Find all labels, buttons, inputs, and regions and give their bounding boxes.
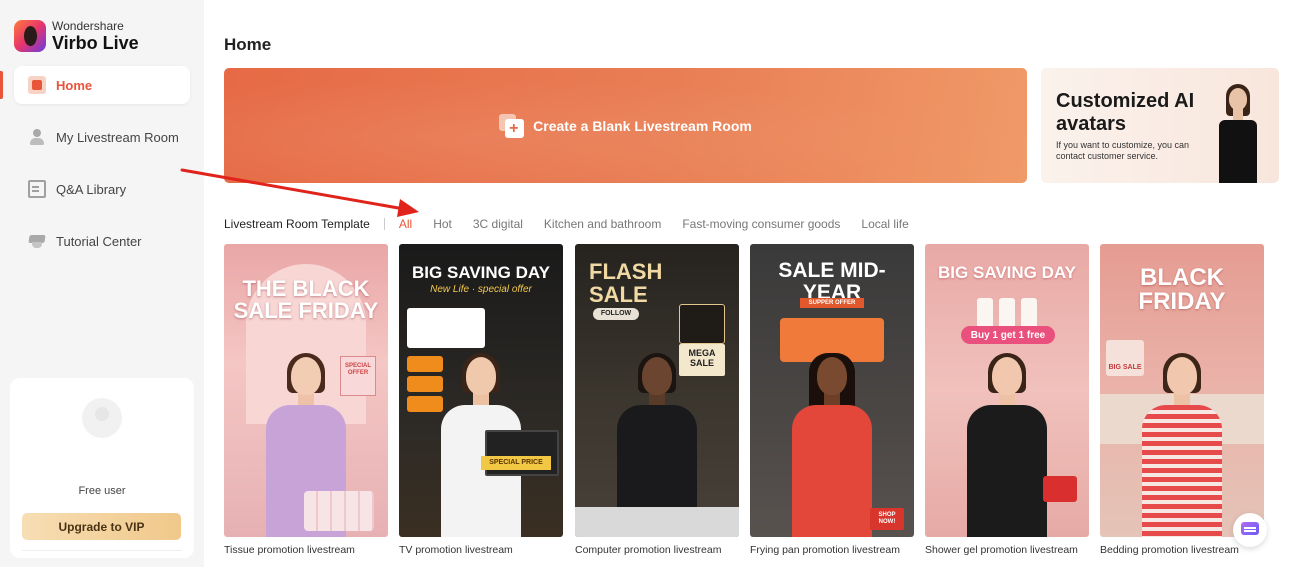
home-icon: [28, 76, 46, 94]
template-avatar-image: [784, 353, 880, 537]
avatar[interactable]: [82, 398, 122, 438]
tab-local-life[interactable]: Local life: [861, 217, 908, 231]
sidebar-item-qa-library[interactable]: Q&A Library: [14, 170, 190, 208]
sidebar-item-tutorial-center[interactable]: Tutorial Center: [14, 222, 190, 260]
brand: Wondershare Virbo Live: [14, 20, 139, 52]
template-card-shower-gel[interactable]: BIG SAVING DAY Buy 1 get 1 free Shower g…: [925, 244, 1089, 556]
template-headline: BIG SAVING DAY: [412, 263, 550, 282]
sidebar-item-my-livestream-room[interactable]: My Livestream Room: [14, 118, 190, 156]
tab-3c-digital[interactable]: 3C digital: [473, 217, 523, 231]
template-thumbnail: BLACK FRIDAY BIG SALE: [1100, 244, 1264, 537]
upgrade-vip-button[interactable]: Upgrade to VIP: [22, 513, 181, 540]
virbo-logo-icon: [14, 20, 46, 52]
brand-text: Wondershare Virbo Live: [52, 20, 139, 52]
tab-hot[interactable]: Hot: [433, 217, 452, 231]
sidebar-item-home[interactable]: Home: [14, 66, 190, 104]
document-icon: [28, 180, 46, 198]
template-avatar-image: [1134, 353, 1230, 537]
brand-company: Wondershare: [52, 19, 124, 33]
brand-product: Virbo Live: [52, 33, 139, 53]
template-caption: Tissue promotion livestream: [224, 544, 355, 556]
template-caption: Bedding promotion livestream: [1100, 544, 1239, 556]
template-caption: Frying pan promotion livestream: [750, 544, 900, 556]
graduation-cap-icon: [28, 232, 46, 250]
template-thumbnail: THE BLACK SALE FRIDAY SPECIAL OFFER: [224, 244, 388, 537]
template-caption: Computer promotion livestream: [575, 544, 722, 556]
chat-support-button[interactable]: [1233, 513, 1267, 547]
tab-all[interactable]: All: [399, 217, 412, 231]
template-headline: FLASH SALE: [589, 259, 663, 308]
page-title: Home: [224, 35, 272, 54]
user-plan: Free user: [78, 485, 126, 497]
template-card-tissue[interactable]: THE BLACK SALE FRIDAY SPECIAL OFFER Tiss…: [224, 244, 388, 556]
tab-kitchen-and-bathroom[interactable]: Kitchen and bathroom: [544, 217, 661, 231]
sidebar-item-label: Home: [56, 77, 93, 93]
template-tabs: Livestream Room Template All Hot 3C digi…: [224, 216, 930, 232]
sidebar-item-label: Q&A Library: [56, 181, 127, 197]
divider: [383, 218, 385, 230]
active-nav-marker: [0, 71, 3, 99]
avatar-card-title: Customized AI avatars: [1056, 90, 1195, 135]
user-card: Free user Upgrade to VIP: [10, 378, 194, 558]
add-room-icon: +: [499, 113, 525, 138]
template-caption: Shower gel promotion livestream: [925, 544, 1078, 556]
person-icon: [28, 128, 46, 146]
template-thumbnail: BIG SAVING DAY Buy 1 get 1 free: [925, 244, 1089, 537]
divider: [22, 550, 182, 551]
avatar-card-subtitle: If you want to customize, you can contac…: [1056, 140, 1190, 161]
template-thumbnail: SALE MID-YEAR SUPPER OFFER SHOP NOW!: [750, 244, 914, 537]
template-card-frying-pan[interactable]: SALE MID-YEAR SUPPER OFFER SHOP NOW! Fry…: [750, 244, 914, 556]
tab-fast-moving-consumer-goods[interactable]: Fast-moving consumer goods: [682, 217, 840, 231]
custom-avatar-card[interactable]: Customized AI avatars If you want to cus…: [1041, 68, 1279, 183]
sidebar-item-label: Tutorial Center: [56, 233, 142, 249]
template-thumbnail: BIG SAVING DAY New Life · special offer …: [399, 244, 563, 537]
template-sticker: Buy 1 get 1 free: [961, 326, 1055, 344]
annotation-arrow-head: [397, 199, 419, 217]
sidebar-item-label: My Livestream Room: [56, 129, 179, 145]
template-avatar-image: [959, 353, 1055, 537]
template-headline: BIG SAVING DAY: [938, 263, 1076, 282]
template-sticker: SPECIAL PRICE: [481, 456, 551, 470]
template-headline: THE BLACK SALE FRIDAY: [233, 276, 379, 323]
template-thumbnail: FLASH SALE FOLLOW MEGA SALE: [575, 244, 739, 537]
templates-heading: Livestream Room Template: [224, 217, 370, 231]
template-card-computer[interactable]: FLASH SALE FOLLOW MEGA SALE Computer pro…: [575, 244, 739, 556]
app-window: Wondershare Virbo Live Home My Livestrea…: [0, 0, 1300, 567]
create-blank-room-button[interactable]: + Create a Blank Livestream Room: [224, 68, 1027, 183]
template-card-bedding[interactable]: BLACK FRIDAY BIG SALE Bedding promotion …: [1100, 244, 1264, 556]
sidebar: Wondershare Virbo Live Home My Livestrea…: [0, 0, 204, 567]
template-sticker: SHOP NOW!: [870, 508, 904, 530]
template-caption: TV promotion livestream: [399, 544, 513, 556]
avatar-model-image: [1213, 84, 1263, 183]
template-headline: BLACK FRIDAY: [1138, 264, 1226, 316]
template-card-tv[interactable]: BIG SAVING DAY New Life · special offer …: [399, 244, 563, 556]
create-blank-room-label: Create a Blank Livestream Room: [533, 117, 752, 134]
